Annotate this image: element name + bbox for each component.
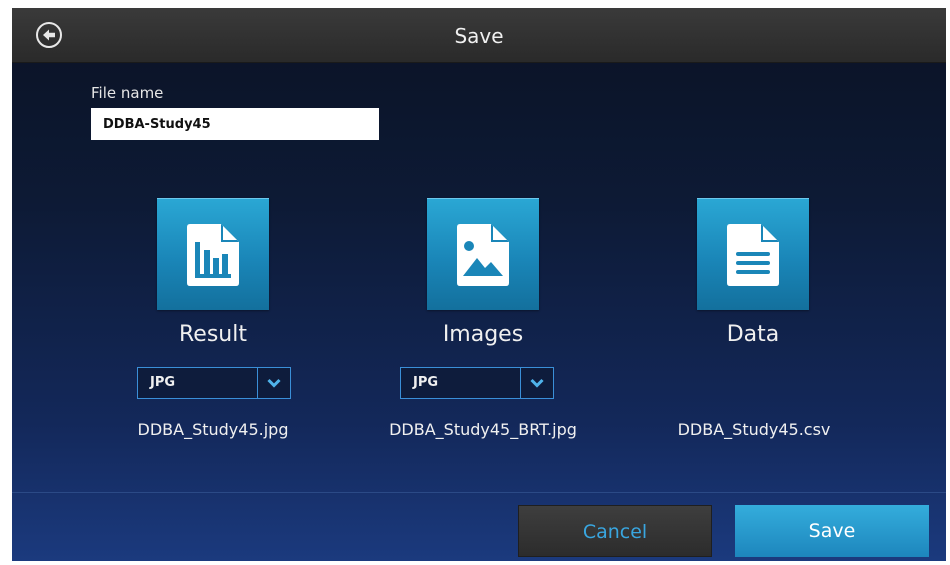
result-filename: DDBA_Study45.jpg	[137, 420, 289, 439]
data-label: Data	[726, 322, 780, 347]
data-tile-button[interactable]	[697, 198, 809, 310]
chevron-down-icon	[520, 368, 553, 398]
images-label: Images	[442, 322, 524, 347]
text-document-icon	[727, 223, 779, 286]
image-document-icon	[457, 223, 509, 286]
result-format-select[interactable]: JPG	[137, 367, 291, 399]
images-filename: DDBA_Study45_BRT.jpg	[389, 420, 577, 439]
file-name-input[interactable]	[91, 108, 379, 140]
images-format-select[interactable]: JPG	[400, 367, 554, 399]
save-dialog: Save File name Result JPG DDBA_Study45.j…	[12, 8, 946, 561]
cancel-button[interactable]: Cancel	[518, 505, 712, 557]
page-title: Save	[454, 24, 504, 48]
file-name-label: File name	[91, 84, 164, 102]
chevron-down-icon	[257, 368, 290, 398]
data-filename: DDBA_Study45.csv	[677, 420, 831, 439]
save-button[interactable]: Save	[735, 505, 929, 557]
images-format-value: JPG	[413, 375, 439, 390]
images-tile-button[interactable]	[427, 198, 539, 310]
result-tile-button[interactable]	[157, 198, 269, 310]
chart-document-icon	[187, 223, 239, 286]
result-label: Result	[179, 322, 247, 347]
footer-divider	[12, 492, 946, 493]
result-format-value: JPG	[150, 375, 176, 390]
header-bar: Save	[12, 8, 946, 63]
